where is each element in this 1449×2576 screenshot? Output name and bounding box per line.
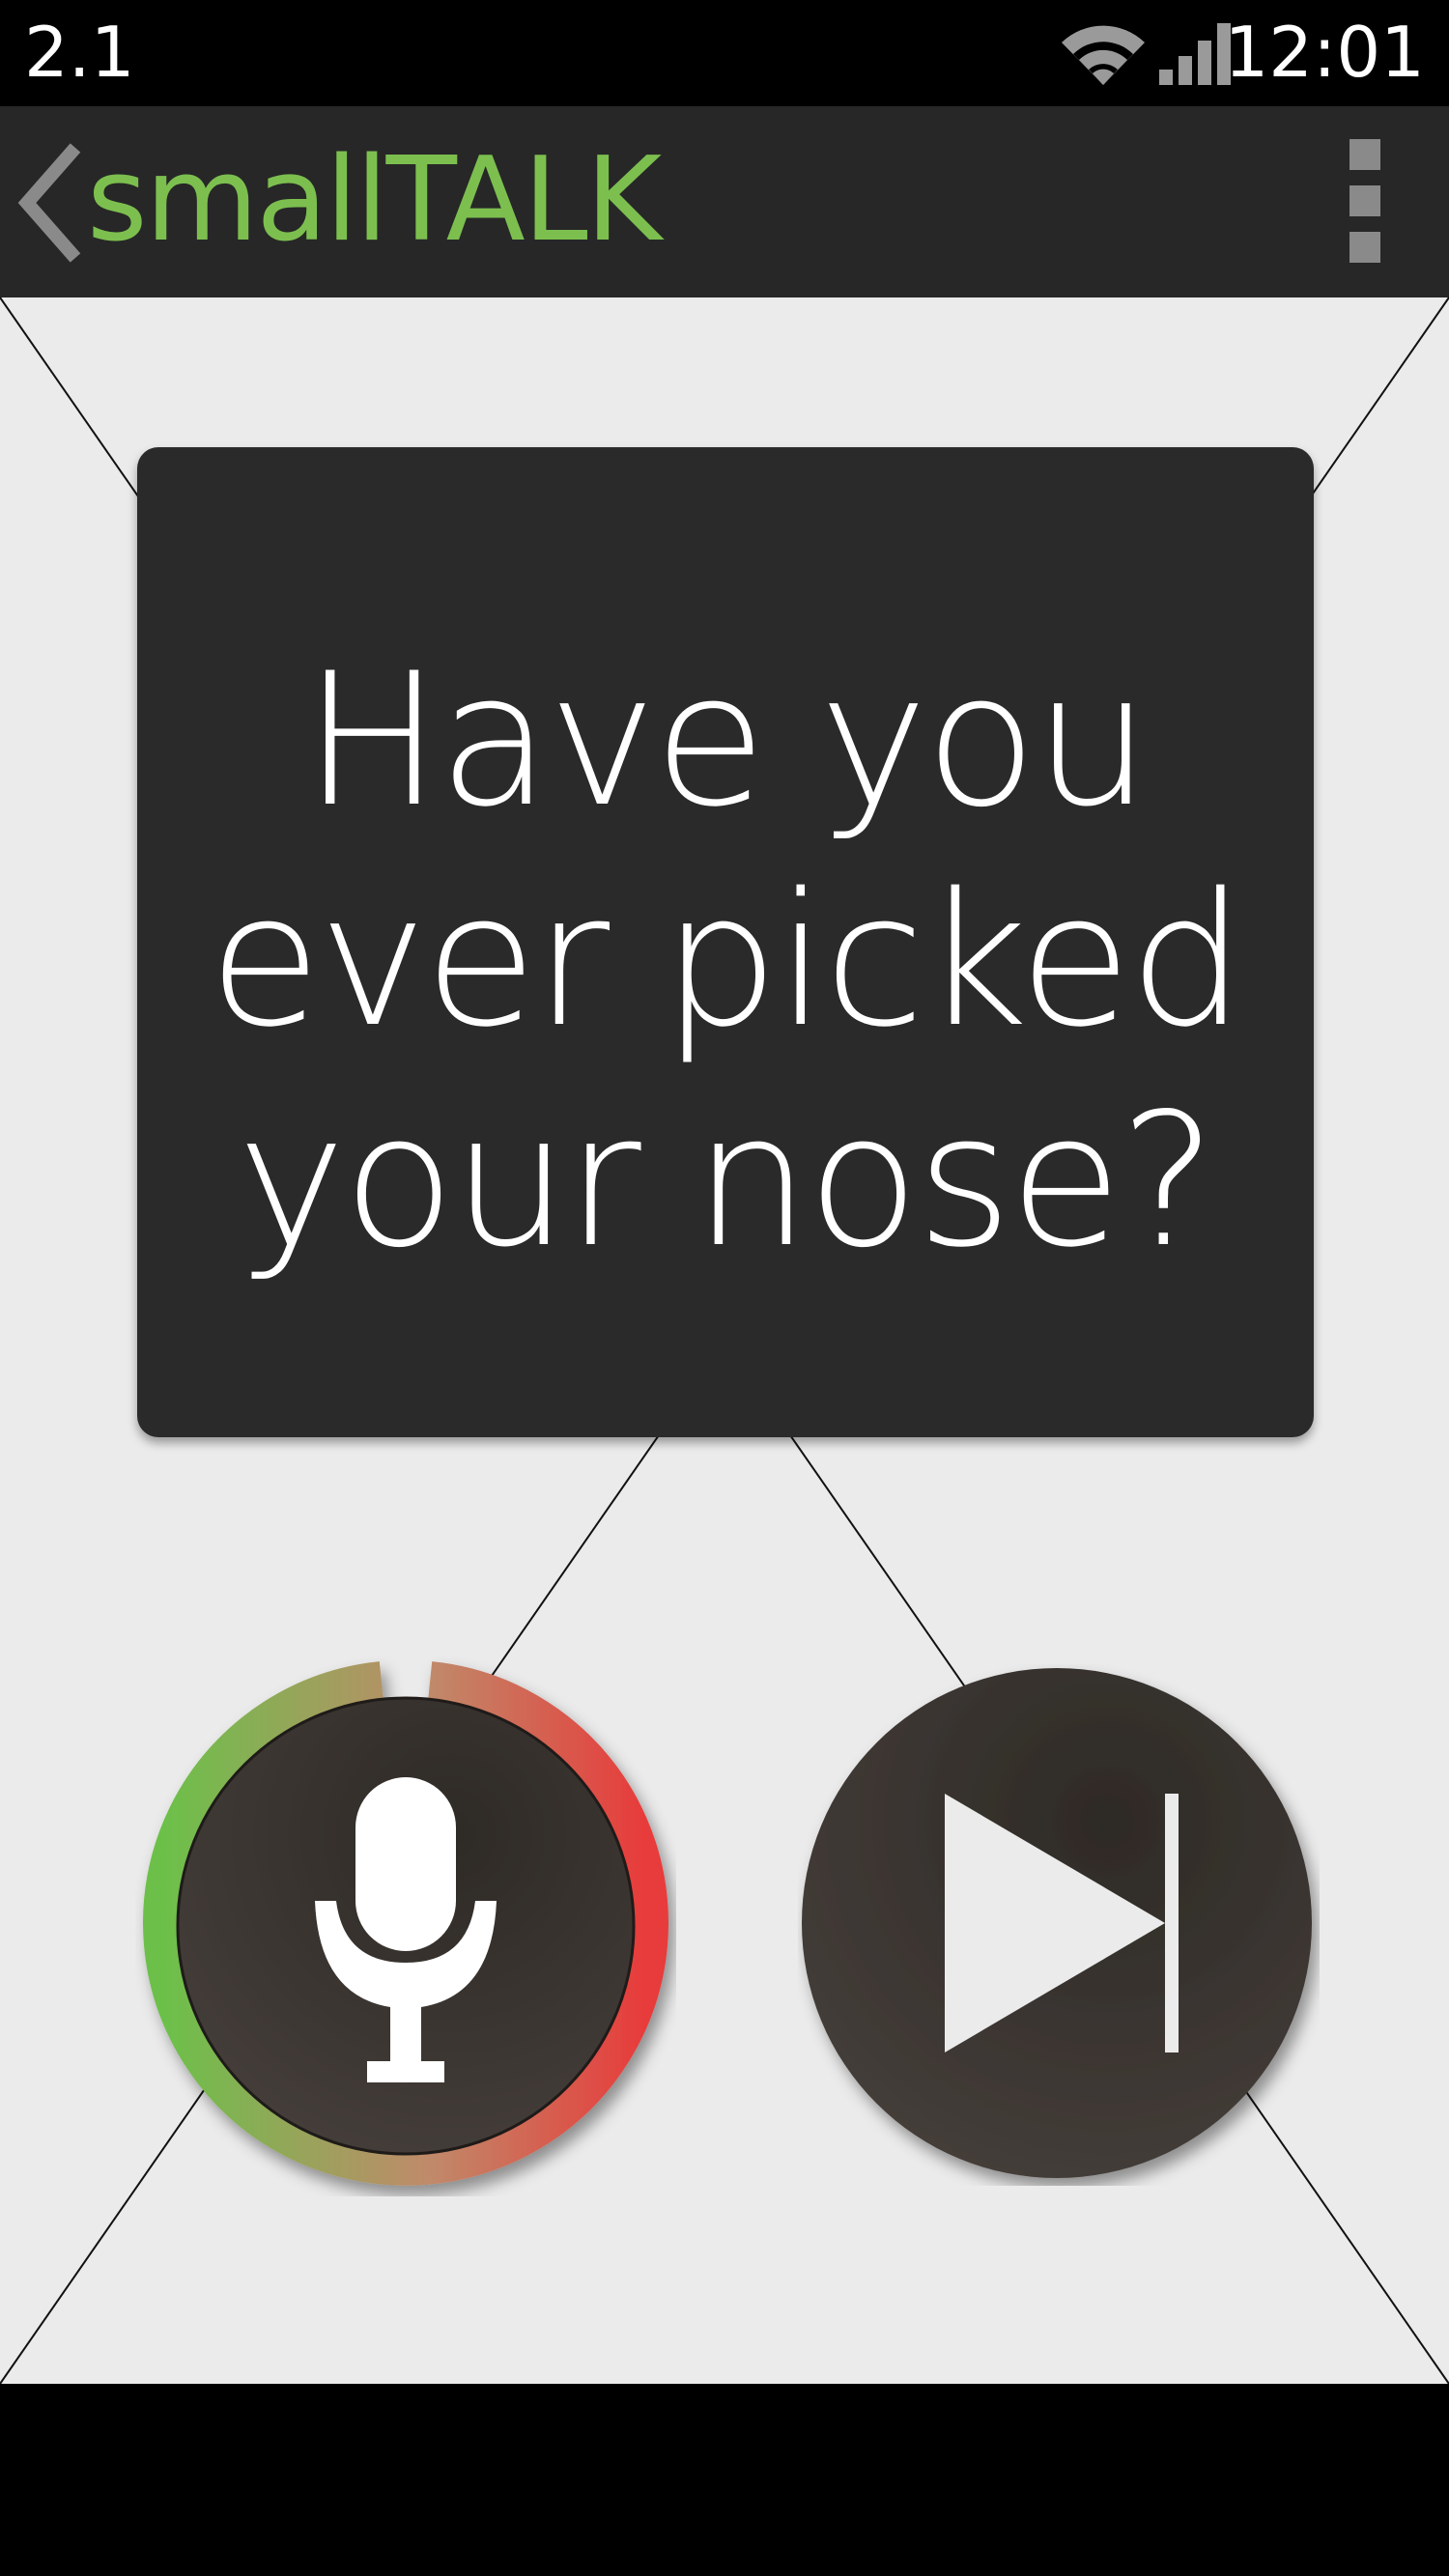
record-button[interactable] [135,1656,676,2196]
question-text: Have you ever picked your nose? [208,634,1245,1288]
question-card: Have you ever picked your nose? [137,447,1314,1437]
navigation-bar [0,2384,1449,2576]
skip-button[interactable] [798,1664,1320,2186]
